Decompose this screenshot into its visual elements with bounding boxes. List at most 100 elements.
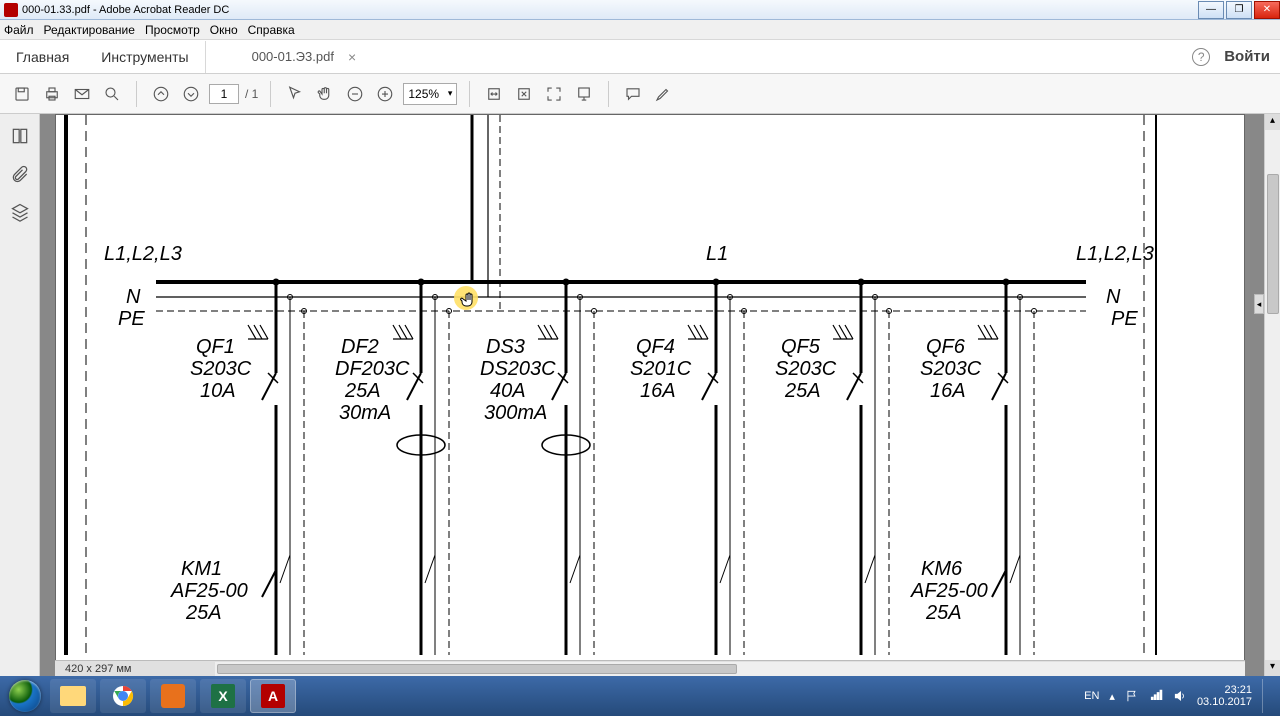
svg-text:16A: 16A [930, 380, 966, 402]
tray-time: 23:21 [1197, 684, 1252, 696]
scroll-down-icon[interactable]: ▾ [1265, 660, 1280, 676]
page-size-status: 420 x 297 мм [55, 660, 1245, 676]
svg-text:25A: 25A [344, 380, 381, 402]
help-icon[interactable]: ? [1192, 48, 1210, 66]
taskbar-excel[interactable]: X [200, 679, 246, 713]
branch-label: QF5 [781, 336, 821, 358]
comment-icon[interactable] [621, 82, 645, 106]
menu-bar: Файл Редактирование Просмотр Окно Справк… [0, 20, 1280, 40]
taskbar-app-orange[interactable] [150, 679, 196, 713]
show-desktop-button[interactable] [1262, 679, 1270, 713]
zoom-select[interactable]: 125%▾ [403, 83, 457, 105]
select-tool-icon[interactable] [283, 82, 307, 106]
tray-show-hidden-icon[interactable]: ▴ [1109, 690, 1115, 703]
label-phase-left: L1,L2,L3 [104, 243, 182, 265]
toolbar: / 1 125%▾ [0, 74, 1280, 114]
read-mode-icon[interactable] [572, 82, 596, 106]
tab-row: Главная Инструменты 000-01.Э3.pdf × ? Во… [0, 40, 1280, 74]
system-tray: EN ▴ 23:21 03.10.2017 [1084, 679, 1276, 713]
left-sidebar [0, 114, 40, 676]
horizontal-scrollbar[interactable] [215, 662, 1245, 676]
branch-label: QF4 [636, 336, 675, 358]
taskbar-explorer[interactable] [50, 679, 96, 713]
label-pe-left: PE [118, 308, 145, 330]
km6-l1: KM6 [921, 558, 963, 580]
km1-l1: KM1 [181, 558, 222, 580]
tab-tools[interactable]: Инструменты [85, 41, 205, 73]
svg-text:S203C: S203C [190, 358, 252, 380]
svg-text:30mA: 30mA [339, 402, 391, 424]
page-number-input[interactable] [209, 84, 239, 104]
km6-l3: 25A [925, 602, 962, 624]
search-icon[interactable] [100, 82, 124, 106]
pdf-page: L1,L2,L3 N PE L1 L1,L2,L3 N PE QF1S203C1… [55, 114, 1245, 669]
label-pe-right: PE [1111, 308, 1138, 330]
hscroll-thumb[interactable] [217, 664, 737, 674]
tray-lang[interactable]: EN [1084, 690, 1099, 702]
thumbnails-icon[interactable] [10, 126, 30, 146]
tray-date: 03.10.2017 [1197, 696, 1252, 708]
km1-l2: AF25-00 [170, 580, 248, 602]
page-down-icon[interactable] [179, 82, 203, 106]
menu-edit[interactable]: Редактирование [44, 23, 135, 37]
close-button[interactable]: ✕ [1254, 1, 1280, 19]
scroll-thumb[interactable] [1267, 174, 1279, 314]
svg-text:S203C: S203C [775, 358, 837, 380]
hand-tool-icon[interactable] [313, 82, 337, 106]
scroll-up-icon[interactable]: ▴ [1265, 114, 1280, 130]
tray-clock[interactable]: 23:21 03.10.2017 [1197, 684, 1252, 708]
page-up-icon[interactable] [149, 82, 173, 106]
taskbar-chrome[interactable] [100, 679, 146, 713]
print-icon[interactable] [40, 82, 64, 106]
menu-window[interactable]: Окно [210, 23, 238, 37]
minimize-button[interactable]: — [1198, 1, 1224, 19]
tab-document-label: 000-01.Э3.pdf [252, 49, 334, 64]
document-viewport[interactable]: L1,L2,L3 N PE L1 L1,L2,L3 N PE QF1S203C1… [40, 114, 1280, 676]
fullscreen-icon[interactable] [542, 82, 566, 106]
svg-text:10A: 10A [200, 380, 236, 402]
label-phase-right: L1,L2,L3 [1076, 243, 1154, 265]
title-bar: 000-01.33.pdf - Adobe Acrobat Reader DC … [0, 0, 1280, 20]
page-dimensions: 420 x 297 мм [65, 663, 132, 675]
label-neutral-right: N [1106, 286, 1121, 308]
menu-file[interactable]: Файл [4, 23, 34, 37]
zoom-out-icon[interactable] [343, 82, 367, 106]
svg-text:300mA: 300mA [484, 402, 547, 424]
fit-page-icon[interactable] [512, 82, 536, 106]
layers-icon[interactable] [10, 202, 30, 222]
tray-flag-icon[interactable] [1125, 689, 1139, 703]
svg-text:S203C: S203C [920, 358, 982, 380]
right-panel-collapse[interactable]: ◂ [1254, 294, 1264, 314]
login-button[interactable]: Войти [1224, 48, 1270, 65]
email-icon[interactable] [70, 82, 94, 106]
zoom-in-icon[interactable] [373, 82, 397, 106]
menu-help[interactable]: Справка [248, 23, 295, 37]
km1-l3: 25A [185, 602, 222, 624]
svg-text:S201C: S201C [630, 358, 692, 380]
vertical-scrollbar[interactable]: ▴ ▾ [1264, 114, 1280, 676]
taskbar-acrobat[interactable]: A [250, 679, 296, 713]
branch-label: QF1 [196, 336, 235, 358]
branch-label: DS3 [486, 336, 525, 358]
tab-close-icon[interactable]: × [348, 49, 356, 65]
svg-text:DF203C: DF203C [335, 358, 410, 380]
maximize-button[interactable]: ❐ [1226, 1, 1252, 19]
save-icon[interactable] [10, 82, 34, 106]
tray-volume-icon[interactable] [1173, 689, 1187, 703]
electrical-diagram: L1,L2,L3 N PE L1 L1,L2,L3 N PE QF1S203C1… [56, 115, 1246, 655]
page-total: / 1 [245, 87, 258, 101]
highlight-icon[interactable] [651, 82, 675, 106]
window-title: 000-01.33.pdf - Adobe Acrobat Reader DC [22, 4, 229, 16]
branch-label: QF6 [926, 336, 966, 358]
tab-home[interactable]: Главная [0, 41, 85, 73]
start-button[interactable] [4, 679, 46, 713]
tab-document[interactable]: 000-01.Э3.pdf × [236, 41, 373, 73]
menu-view[interactable]: Просмотр [145, 23, 200, 37]
branch-label: DF2 [341, 336, 379, 358]
tray-network-icon[interactable] [1149, 689, 1163, 703]
attachments-icon[interactable] [10, 164, 30, 184]
km6-l2: AF25-00 [910, 580, 988, 602]
fit-width-icon[interactable] [482, 82, 506, 106]
svg-text:40A: 40A [490, 380, 526, 402]
svg-text:DS203C: DS203C [480, 358, 556, 380]
